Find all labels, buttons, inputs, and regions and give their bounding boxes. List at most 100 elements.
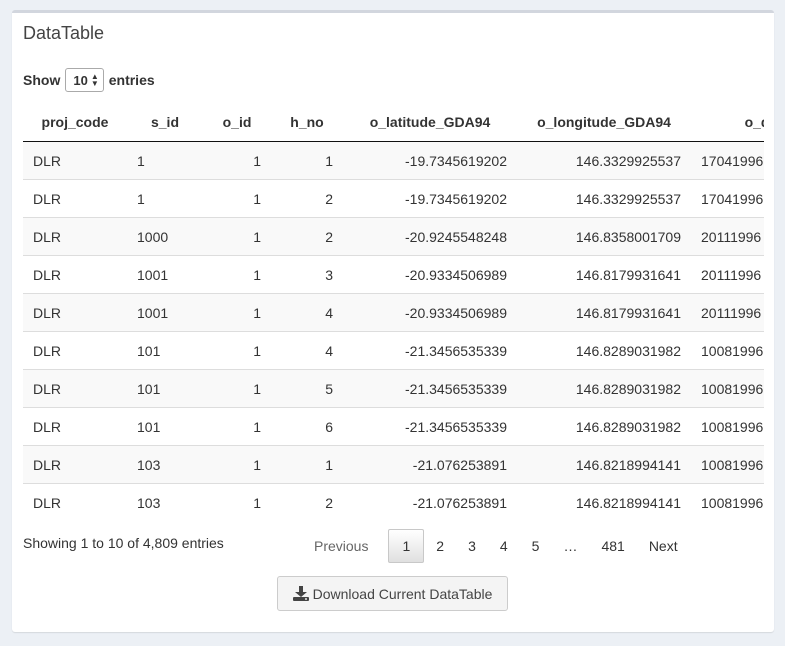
table-cell: 10081996: [691, 483, 764, 521]
page-length-select[interactable]: 10 ▲ ▼: [65, 68, 104, 92]
table-cell: 20111996: [691, 217, 764, 256]
table-cell: 1: [203, 255, 271, 294]
table-cell: 10081996: [691, 407, 764, 446]
page-length-value: 10: [73, 72, 88, 88]
table-cell: DLR: [23, 331, 127, 370]
download-current-datatable-button[interactable]: Download Current DataTable: [277, 576, 508, 611]
column-header-proj-code[interactable]: proj_code: [23, 103, 127, 142]
table-cell: DLR: [23, 407, 127, 446]
select-arrows-icon: ▲ ▼: [90, 72, 99, 88]
table-cell: 1: [271, 141, 343, 180]
table-cell: 101: [127, 369, 203, 408]
table-row: DLR 1 1 1 -19.7345619202 146.3329925537 170419…: [23, 141, 764, 180]
pagination-page-1[interactable]: 1: [388, 529, 425, 563]
table-cell: 103: [127, 483, 203, 521]
table-cell: 1: [203, 293, 271, 332]
pagination-page-481[interactable]: 481: [589, 530, 636, 562]
table-cell: -20.9334506989: [343, 255, 517, 294]
table-cell: -21.3456535339: [343, 407, 517, 446]
table-cell: 103: [127, 445, 203, 484]
table-cell: -19.7345619202: [343, 179, 517, 218]
table-cell: 146.8289031982: [517, 369, 691, 408]
table-cell: 1: [271, 445, 343, 484]
column-header-o-latitude-gda94[interactable]: o_latitude_GDA94: [343, 103, 517, 142]
table-cell: 4: [271, 293, 343, 332]
column-header-s-id[interactable]: s_id: [127, 103, 203, 142]
table-cell: -20.9245548248: [343, 217, 517, 256]
table-cell: 10081996: [691, 445, 764, 484]
column-header-h-no[interactable]: h_no: [271, 103, 343, 142]
table-cell: 2: [271, 483, 343, 521]
table-row: DLR 1001 1 4 -20.9334506989 146.8179931641 201…: [23, 293, 764, 332]
pagination-ellipsis: …: [563, 538, 578, 554]
entries-label: entries: [108, 72, 155, 88]
table-cell: 146.8218994141: [517, 445, 691, 484]
table-cell: 17041996: [691, 141, 764, 180]
table-cell: 1001: [127, 293, 203, 332]
table-cell: -20.9334506989: [343, 293, 517, 332]
pagination-next[interactable]: Next: [637, 530, 690, 562]
table-cell: 4: [271, 331, 343, 370]
page-length-control: Show 10 ▲ ▼ entries: [23, 68, 155, 92]
table-cell: 146.8289031982: [517, 407, 691, 446]
table-cell: 146.8179931641: [517, 255, 691, 294]
table-cell: 1: [203, 483, 271, 521]
table-cell: DLR: [23, 141, 127, 180]
table-cell: -21.076253891: [343, 483, 517, 521]
table-cell: 101: [127, 407, 203, 446]
download-button-label: Download Current DataTable: [312, 585, 493, 602]
table-cell: DLR: [23, 217, 127, 256]
table-cell: 5: [271, 369, 343, 408]
table-cell: -21.3456535339: [343, 369, 517, 408]
table-scroll-area[interactable]: proj_code s_id o_id h_no o_latitude_GDA94 o_l…: [23, 103, 764, 521]
table-cell: 1001: [127, 255, 203, 294]
table-cell: DLR: [23, 369, 127, 408]
pagination-previous[interactable]: Previous: [302, 530, 380, 562]
table-cell: -21.076253891: [343, 445, 517, 484]
table-cell: 146.3329925537: [517, 179, 691, 218]
download-icon: [292, 586, 309, 601]
table-row: DLR 101 1 5 -21.3456535339 146.8289031982 1008…: [23, 369, 764, 408]
column-header-o-date-desc[interactable]: o_date_desc: [691, 103, 764, 142]
column-header-o-id[interactable]: o_id: [203, 103, 271, 142]
pagination-page-5[interactable]: 5: [520, 530, 552, 562]
table-row: DLR 101 1 4 -21.3456535339 146.8289031982 1008…: [23, 331, 764, 370]
table-cell: 2: [271, 179, 343, 218]
table-cell: 10081996: [691, 369, 764, 408]
table-cell: DLR: [23, 255, 127, 294]
table-cell: 146.8179931641: [517, 293, 691, 332]
show-label: Show: [23, 72, 61, 88]
pagination-page-3[interactable]: 3: [456, 530, 488, 562]
table-cell: 2: [271, 217, 343, 256]
table-cell: 1: [127, 179, 203, 218]
table-cell: 146.3329925537: [517, 141, 691, 180]
table-cell: 101: [127, 331, 203, 370]
table-cell: 1: [203, 407, 271, 446]
datatable-box: DataTable Show 10 ▲ ▼ entries proj_code s_…: [12, 10, 774, 632]
table-cell: 17041996: [691, 179, 764, 218]
box-title: DataTable: [23, 23, 105, 43]
table-cell: -21.3456535339: [343, 331, 517, 370]
table-cell: DLR: [23, 483, 127, 521]
table-row: DLR 1001 1 3 -20.9334506989 146.8179931641 201…: [23, 255, 764, 294]
table-row: DLR 1 1 2 -19.7345619202 146.3329925537 170419…: [23, 179, 764, 218]
table-cell: 1000: [127, 217, 203, 256]
table-cell: -19.7345619202: [343, 141, 517, 180]
table-body: DLR 1 1 1 -19.7345619202 146.3329925537 170419…: [23, 141, 764, 521]
table-row: DLR 101 1 6 -21.3456535339 146.8289031982 1008…: [23, 407, 764, 446]
table-row: DLR 1000 1 2 -20.9245548248 146.8358001709 201…: [23, 217, 764, 256]
table-cell: 146.8218994141: [517, 483, 691, 521]
table-cell: 146.8289031982: [517, 331, 691, 370]
pagination-page-4[interactable]: 4: [488, 530, 520, 562]
table-header-row: proj_code s_id o_id h_no o_latitude_GDA94 o_l…: [23, 103, 764, 142]
table-cell: 6: [271, 407, 343, 446]
table-cell: 1: [203, 369, 271, 408]
table-cell: 1: [203, 217, 271, 256]
column-header-o-longitude-gda94[interactable]: o_longitude_GDA94: [517, 103, 691, 142]
table-info: Showing 1 to 10 of 4,809 entries: [23, 535, 224, 551]
table-cell: 1: [203, 331, 271, 370]
table-cell: 3: [271, 255, 343, 294]
pagination-page-2[interactable]: 2: [424, 530, 456, 562]
table-row: DLR 103 1 2 -21.076253891 146.8218994141 10081…: [23, 483, 764, 521]
table-cell: 146.8358001709: [517, 217, 691, 256]
